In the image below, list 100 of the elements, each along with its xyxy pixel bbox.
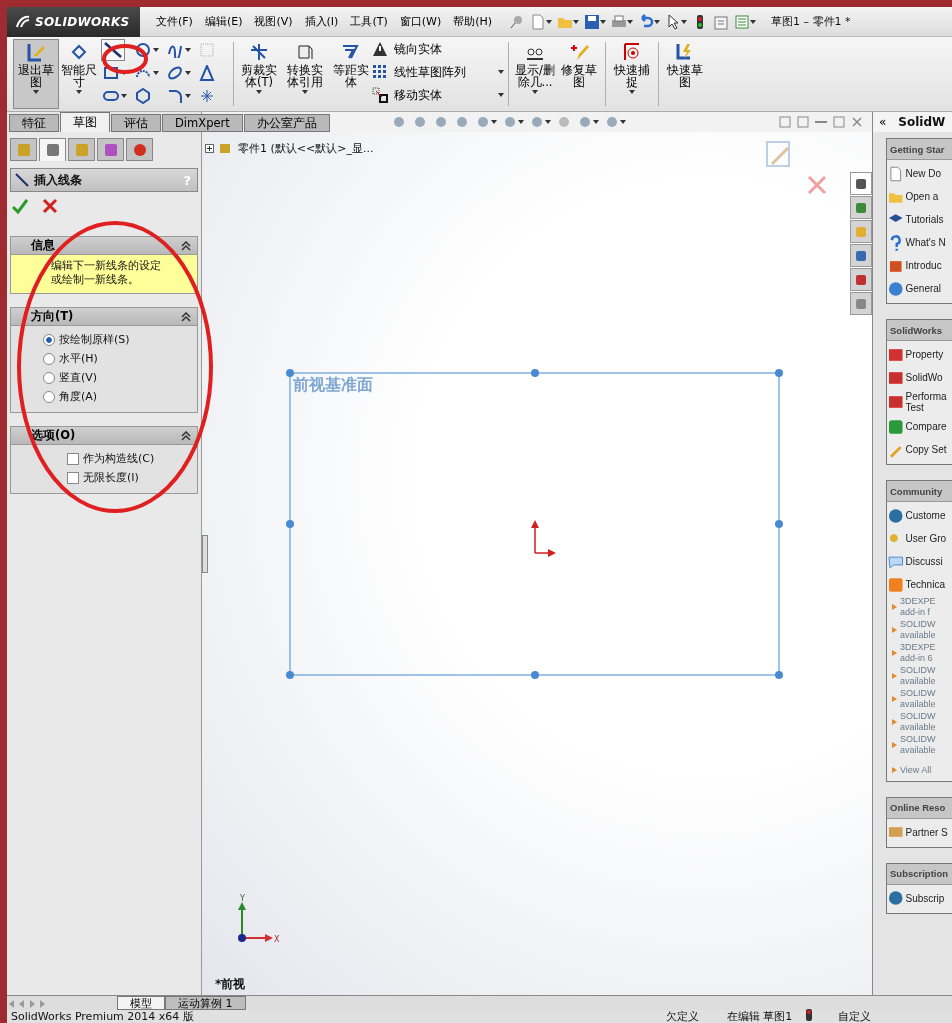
section-header[interactable]: 信息	[11, 237, 197, 255]
resource-link[interactable]: Technica	[888, 575, 952, 594]
command-tab[interactable]: 特征	[9, 114, 59, 132]
command-tab[interactable]: 评估	[111, 114, 161, 132]
resource-link[interactable]: Open a	[888, 187, 952, 206]
dotted-square-icon	[199, 42, 215, 58]
bullet-icon	[892, 603, 897, 610]
card-title: Subscription	[887, 863, 952, 885]
next-button[interactable]	[27, 997, 37, 1010]
checkmark-icon	[12, 198, 28, 214]
traffic-light-icon	[806, 1009, 813, 1021]
previous-button[interactable]	[17, 997, 27, 1010]
resource-link[interactable]: Tutorials	[888, 210, 952, 229]
convert-button[interactable]: 转换实体引用	[280, 39, 330, 109]
news-link[interactable]: SOLIDW available	[888, 688, 952, 709]
view-label: *前视	[215, 976, 246, 993]
resource-link[interactable]: Performa Test	[888, 391, 952, 413]
panel-tab[interactable]	[10, 138, 37, 161]
sketch-point	[775, 671, 783, 679]
resource-link[interactable]: Introduc	[888, 256, 952, 275]
text-a-tool-button[interactable]	[197, 62, 217, 84]
radio-button[interactable]	[43, 390, 55, 403]
news-link[interactable]: SOLIDW available	[888, 619, 952, 640]
resource-link[interactable]: General	[888, 279, 952, 298]
radio-button[interactable]	[43, 333, 55, 346]
sketch-point	[286, 520, 294, 528]
resource-link[interactable]: Copy Set	[888, 440, 952, 459]
offset-button[interactable]: 等距实体	[330, 39, 372, 109]
news-link[interactable]: SOLIDW available	[888, 734, 952, 755]
menu-item[interactable]: 工具(T)	[344, 9, 394, 34]
menu-item[interactable]: 插入(I)	[298, 9, 345, 34]
close-icon[interactable]	[807, 175, 827, 195]
bullet-icon	[892, 718, 897, 725]
exit-sketch-button[interactable]: 退出草图	[13, 39, 59, 109]
resource-link[interactable]: User Gro	[888, 529, 952, 548]
resource-link[interactable]: Custome	[888, 506, 952, 525]
splitter-handle[interactable]	[202, 535, 208, 573]
ok-button[interactable]	[12, 198, 28, 217]
radio-button[interactable]	[43, 352, 55, 365]
resource-link[interactable]: Partner S	[888, 822, 952, 842]
collapse-button[interactable]: «	[879, 115, 887, 129]
snap-button[interactable]: 快速捕捉	[610, 39, 654, 109]
panel-tab[interactable]	[126, 138, 153, 161]
command-tab[interactable]: DimXpert	[162, 114, 243, 132]
checkbox[interactable]	[67, 452, 79, 465]
task-pane-tab[interactable]	[850, 172, 872, 195]
mirror-button[interactable]: 镜向实体	[372, 39, 504, 59]
smart-dimension-button[interactable]: 智能尺寸	[59, 39, 99, 109]
task-pane-tab[interactable]	[850, 244, 872, 267]
resource-link[interactable]: Property	[888, 345, 952, 364]
menu-item[interactable]: 编辑(E)	[198, 9, 249, 34]
command-tab[interactable]: 办公室产品	[243, 114, 330, 132]
move-button[interactable]: 移动实体	[372, 85, 504, 105]
relations-button[interactable]: 显示/删除几...	[513, 39, 557, 109]
menu-item[interactable]: 帮助(H)	[447, 9, 499, 34]
menu-item[interactable]: 视图(V)	[248, 9, 299, 34]
panel-tab[interactable]	[68, 138, 95, 161]
quick-button[interactable]: 快速草图	[663, 39, 707, 109]
chevron-icon	[181, 240, 191, 251]
trim-icon	[249, 42, 269, 62]
news-link[interactable]: SOLIDW available	[888, 711, 952, 732]
section-header[interactable]: 选项(O)	[11, 427, 197, 445]
menu-item[interactable]: 文件(F)	[150, 9, 199, 34]
option-label: 按绘制原样(S)	[59, 332, 130, 347]
repair-button[interactable]: 修复草图	[557, 39, 601, 109]
origin-icon	[531, 520, 556, 557]
tree-item[interactable]: 零件1 (默认<<默认>_显...	[238, 140, 374, 156]
view-all-link[interactable]: View All	[888, 765, 952, 776]
card-title: Getting Star	[887, 139, 952, 160]
bullet-icon	[892, 741, 897, 748]
news-link[interactable]: 3DEXPE add-in f	[888, 596, 952, 617]
panel-tab[interactable]	[97, 138, 124, 161]
checkbox[interactable]	[67, 471, 79, 484]
bullet-icon	[892, 649, 897, 656]
polygon-tool-button[interactable]	[133, 85, 153, 107]
sheet-tab[interactable]: 运动算例 1	[165, 996, 246, 1010]
task-pane-tab[interactable]	[850, 268, 872, 291]
resource-link[interactable]: Compare	[888, 417, 952, 436]
sheet-tab[interactable]: 模型	[117, 996, 165, 1010]
sketch-point	[775, 520, 783, 528]
resource-link[interactable]: Subscrip	[888, 888, 952, 908]
resource-link[interactable]: What's N	[888, 233, 952, 252]
last-button[interactable]	[37, 997, 47, 1010]
panel-tab[interactable]	[39, 138, 66, 161]
command-tab[interactable]: 草图	[60, 112, 110, 132]
menu-item[interactable]: 窗口(W)	[393, 9, 448, 34]
news-link[interactable]: 3DEXPE add-in 6	[888, 642, 952, 663]
card-title: SolidWorks	[887, 320, 952, 341]
section-header[interactable]: 方向(T)	[11, 308, 197, 326]
radio-button[interactable]	[43, 371, 55, 384]
pattern-button[interactable]: 线性草图阵列	[372, 62, 504, 82]
trim-button[interactable]: 剪裁实体(T)	[238, 39, 280, 109]
resource-link[interactable]: SolidWo	[888, 368, 952, 387]
sketch-exit-icon	[26, 42, 46, 62]
document-icon	[888, 165, 904, 182]
annotation-ellipse	[102, 43, 148, 75]
resource-link[interactable]: New Do	[888, 164, 952, 183]
first-button[interactable]	[7, 997, 17, 1010]
resource-link[interactable]: Discussi	[888, 552, 952, 571]
news-link[interactable]: SOLIDW available	[888, 665, 952, 686]
